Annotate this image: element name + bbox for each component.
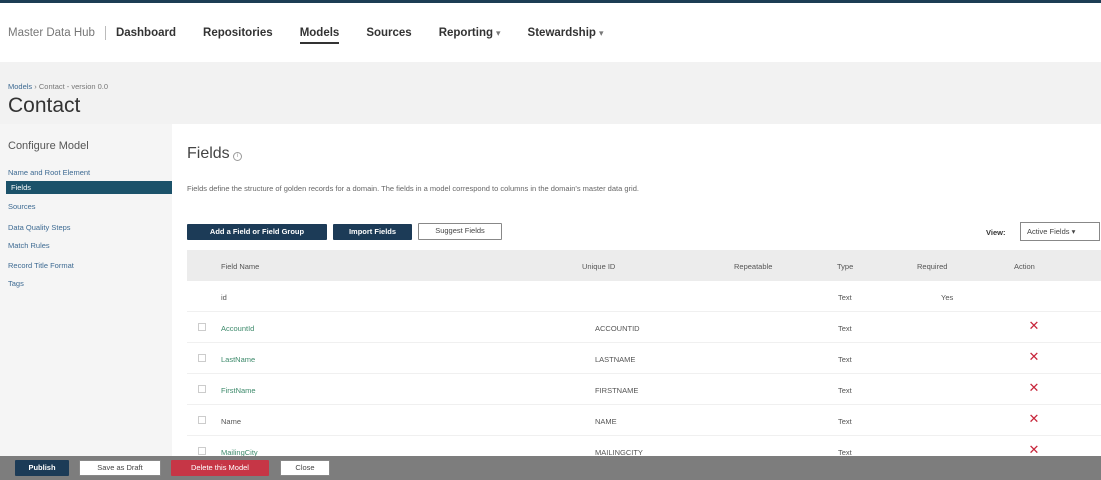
app-brand[interactable]: Master Data Hub [8,25,106,40]
delete-model-button[interactable]: Delete this Model [171,460,269,476]
nav-stewardship[interactable]: Stewardship ▾ [528,27,604,39]
publish-button[interactable]: Publish [15,460,69,476]
table-row: Name NAME Text ✕ [187,405,1101,436]
view-select[interactable]: Active Fields ▾ [1020,222,1100,241]
field-type: Text [838,355,852,364]
table-row: AccountId ACCOUNTID Text ✕ [187,312,1101,343]
row-checkbox[interactable] [198,416,206,424]
table-row: id Text Yes [187,281,1101,312]
sidebar-item-record-title-format[interactable]: Record Title Format [8,261,74,270]
row-checkbox[interactable] [198,323,206,331]
nav-repositories-label: Repositories [203,26,273,39]
top-navigation: Master Data Hub Dashboard Repositories M… [0,3,1101,62]
col-action: Action [1014,262,1035,271]
breadcrumb-separator: › [32,82,39,91]
field-type: Text [838,293,852,302]
row-checkbox[interactable] [198,385,206,393]
nav-repositories[interactable]: Repositories [203,27,273,39]
nav-stewardship-label: Stewardship [527,26,596,39]
nav-dashboard-label: Dashboard [115,26,177,39]
sidebar-item-name-and-root[interactable]: Name and Root Element [8,168,90,177]
nav-dashboard[interactable]: Dashboard [116,27,176,39]
field-type: Text [838,386,852,395]
breadcrumb-current: Contact - version 0.0 [38,82,109,91]
suggest-fields-button[interactable]: Suggest Fields [418,223,502,240]
delete-icon[interactable]: ✕ [1027,412,1041,426]
table-header: Field Name Unique ID Repeatable Type Req… [187,250,1101,281]
sidebar-item-tags[interactable]: Tags [8,279,24,288]
chevron-down-icon: ▾ [496,27,501,38]
close-button[interactable]: Close [280,460,330,476]
col-field-name[interactable]: Field Name [221,262,259,271]
unique-id: NAME [595,417,617,426]
col-unique-id[interactable]: Unique ID [582,262,615,271]
chevron-down-icon: ▾ [598,27,604,38]
field-required: Yes [941,293,954,302]
delete-icon[interactable]: ✕ [1027,319,1041,333]
field-name-link[interactable]: AccountId [221,324,254,333]
fields-heading: Fields [187,145,230,162]
col-required[interactable]: Required [917,262,947,271]
field-name: id [221,293,227,302]
save-as-draft-button[interactable]: Save as Draft [79,460,161,476]
view-label: View: [986,228,1006,237]
sidebar-heading: Configure Model [8,140,89,152]
unique-id: FIRSTNAME [595,386,639,395]
page-header: Models › Contact - version 0.0 Contact [0,62,1101,124]
unique-id: LASTNAME [595,355,636,364]
col-repeatable[interactable]: Repeatable [734,262,772,271]
nav-models-label: Models [299,26,340,39]
delete-icon[interactable]: ✕ [1027,381,1041,395]
nav-sources[interactable]: Sources [366,27,411,39]
field-name-link[interactable]: FirstName [221,386,256,395]
sidebar-item-sources[interactable]: Sources [8,202,36,211]
configure-sidebar: Configure Model Name and Root Element Fi… [0,124,172,456]
add-field-button[interactable]: Add a Field or Field Group [187,224,327,240]
field-type: Text [838,324,852,333]
table-row: LastName LASTNAME Text ✕ [187,343,1101,374]
sidebar-item-fields[interactable]: Fields [11,183,31,192]
breadcrumb-models-link[interactable]: Models [8,82,32,91]
table-row: FirstName FIRSTNAME Text ✕ [187,374,1101,405]
sidebar-item-data-quality-steps[interactable]: Data Quality Steps [8,223,71,232]
field-type: Text [838,417,852,426]
import-fields-button[interactable]: Import Fields [333,224,412,240]
row-checkbox[interactable] [198,447,206,455]
delete-icon[interactable]: ✕ [1027,443,1041,457]
nav-reporting-label: Reporting [438,26,494,39]
sidebar-item-match-rules[interactable]: Match Rules [8,241,50,250]
col-type[interactable]: Type [837,262,853,271]
nav-sources-label: Sources [366,26,412,39]
unique-id: ACCOUNTID [595,324,640,333]
page-title: Contact [8,94,81,117]
footer-action-bar: Publish Save as Draft Delete this Model … [0,456,1101,480]
info-icon[interactable]: i [233,152,242,161]
nav-models[interactable]: Models [299,26,340,44]
delete-icon[interactable]: ✕ [1027,350,1041,364]
nav-reporting[interactable]: Reporting ▾ [439,27,501,39]
field-name[interactable]: Name [221,417,241,426]
row-checkbox[interactable] [198,354,206,362]
fields-description: Fields define the structure of golden re… [187,184,639,193]
field-name-link[interactable]: LastName [221,355,255,364]
breadcrumb: Models › Contact - version 0.0 [8,82,108,91]
